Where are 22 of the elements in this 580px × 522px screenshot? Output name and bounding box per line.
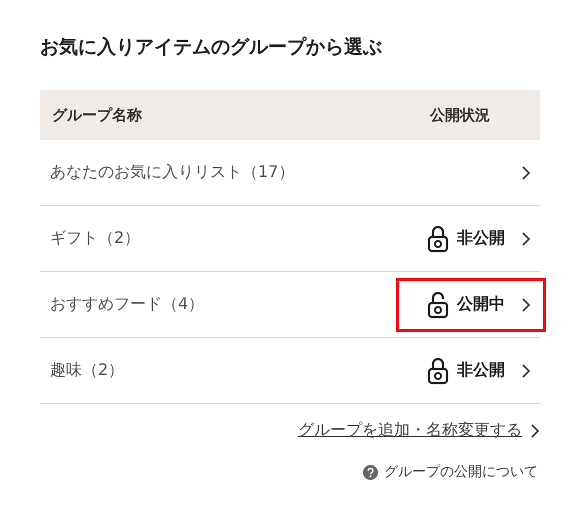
status-label: 非公開 <box>457 360 505 381</box>
group-row[interactable]: あなたのお気に入りリスト（17） <box>40 140 540 206</box>
status-label: 非公開 <box>457 228 505 249</box>
group-name: おすすめフード（4） <box>50 294 204 315</box>
chevron-right-icon <box>530 422 540 438</box>
edit-groups-link[interactable]: グループを追加・名称変更する <box>298 420 522 441</box>
group-name: 趣味（2） <box>50 360 124 381</box>
group-name: あなたのお気に入りリスト（17） <box>50 162 294 183</box>
chevron-right-icon <box>521 362 531 378</box>
chevron-right-icon <box>521 230 531 246</box>
column-header: 公開状況 <box>430 106 490 124</box>
chevron-right-icon <box>521 164 531 180</box>
help-link[interactable]: グループの公開について <box>384 463 538 481</box>
section-title: お気に入りアイテムのグループから選ぶ <box>40 35 383 60</box>
chevron-right-icon <box>521 296 531 312</box>
group-name: ギフト（2） <box>50 228 140 249</box>
group-row[interactable]: 趣味（2） 非公開 <box>40 338 540 404</box>
group-row[interactable]: ギフト（2） 非公開 <box>40 206 540 272</box>
column-header: グループ名称 <box>52 106 142 124</box>
help-icon <box>363 464 378 480</box>
group-row[interactable]: おすすめフード（4） 公開中 <box>40 272 540 338</box>
status-label: 公開中 <box>457 294 505 315</box>
